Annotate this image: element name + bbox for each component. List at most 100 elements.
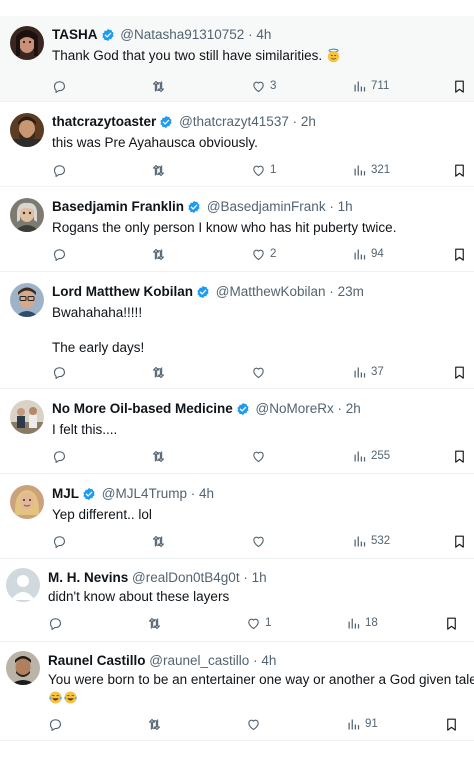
display-name[interactable]: MJL [52, 486, 79, 501]
heart-icon [253, 165, 264, 176]
tweet-text-line: I felt this.... [52, 422, 118, 437]
timestamp[interactable]: 1h [252, 570, 267, 585]
handle[interactable]: @realDon0tB4g0t [132, 570, 240, 585]
handle[interactable]: @thatcrazyt41537 [179, 114, 289, 129]
like-button[interactable] [246, 714, 265, 734]
tweet-text-line: Bwahahaha!!!!! [52, 305, 143, 320]
retweet-button[interactable] [151, 531, 170, 551]
reply-button[interactable] [52, 362, 71, 382]
views-button[interactable]: 18 [346, 613, 378, 633]
bookmark-button[interactable] [444, 714, 459, 734]
action-bar: 1 321 [52, 160, 474, 180]
like-button[interactable] [251, 531, 270, 551]
display-name[interactable]: TASHA [52, 27, 98, 42]
views-chart-icon [354, 249, 366, 259]
tweet-tasha[interactable]: TASHA @Natasha91310752 · 4h Thank God th… [0, 16, 474, 102]
avatar[interactable] [6, 651, 40, 685]
reply-button[interactable] [52, 160, 71, 180]
tweet-basedjamin-franklin[interactable]: Basedjamin Franklin @BasedjaminFrank · 1… [0, 188, 474, 272]
display-name[interactable]: thatcrazytoaster [52, 114, 156, 129]
like-button[interactable] [251, 362, 270, 382]
views-button[interactable]: 91 [346, 714, 378, 734]
bookmark-button[interactable] [452, 76, 467, 96]
display-name[interactable]: No More Oil-based Medicine [52, 401, 233, 416]
reply-button[interactable] [52, 531, 71, 551]
avatar[interactable] [10, 400, 44, 434]
bookmark-button[interactable] [452, 446, 467, 466]
reply-button[interactable] [52, 76, 71, 96]
views-button[interactable]: 37 [352, 362, 384, 382]
tweet-text-line: this was Pre Ayahausca obviously. [52, 135, 258, 150]
handle[interactable]: @NoMoreRx [256, 401, 334, 416]
like-button[interactable]: 2 [251, 244, 276, 264]
timestamp[interactable]: 23m [338, 284, 364, 299]
bookmark-button[interactable] [444, 613, 459, 633]
like-button[interactable]: 1 [251, 160, 276, 180]
tweet-thatcrazytoaster[interactable]: thatcrazytoaster @thatcrazyt41537 · 2h t… [0, 103, 474, 187]
reply-button[interactable] [52, 446, 71, 466]
avatar[interactable] [10, 198, 44, 232]
avatar[interactable] [10, 485, 44, 519]
retweet-button[interactable] [147, 714, 166, 734]
avatar[interactable] [6, 568, 40, 602]
retweet-button[interactable] [151, 446, 170, 466]
retweet-button[interactable] [147, 613, 166, 633]
avatar[interactable] [10, 283, 44, 317]
handle[interactable]: @MatthewKobilan [216, 284, 326, 299]
reply-icon [53, 535, 66, 548]
tweet-raunel-castillo[interactable]: Raunel Castillo @raunel_castillo · 4h Yo… [0, 643, 474, 741]
timestamp[interactable]: 4h [261, 653, 276, 668]
retweet-icon [152, 80, 165, 92]
bookmark-button[interactable] [452, 531, 467, 551]
timestamp[interactable]: 2h [346, 401, 361, 416]
tweet-text: You were born to be an entertainer one w… [48, 671, 474, 707]
tweet-text: I felt this.... [52, 421, 466, 439]
bookmark-icon [455, 248, 464, 261]
verified-badge-icon [101, 28, 115, 46]
avatar[interactable] [10, 113, 44, 147]
tweet-text-line: Thank God that you two still have simila… [52, 48, 323, 63]
views-button[interactable]: 711 [352, 76, 389, 96]
retweet-button[interactable] [151, 160, 170, 180]
handle[interactable]: @raunel_castillo [149, 653, 249, 668]
separator-dot: · [248, 27, 253, 42]
like-button[interactable] [251, 446, 270, 466]
views-button[interactable]: 532 [352, 531, 390, 551]
timestamp[interactable]: 1h [338, 199, 353, 214]
heart-icon [253, 367, 264, 378]
verified-badge-icon [159, 115, 173, 133]
reply-button[interactable] [52, 244, 71, 264]
views-button[interactable]: 321 [352, 160, 390, 180]
retweet-icon [152, 248, 165, 260]
reply-button[interactable] [48, 714, 67, 734]
like-button[interactable]: 3 [251, 76, 276, 96]
tweet-lord-matthew-kobilan[interactable]: Lord Matthew Kobilan @MatthewKobilan · 2… [0, 273, 474, 389]
action-bar: 255 [52, 446, 474, 466]
bookmark-button[interactable] [452, 160, 467, 180]
retweet-icon [152, 164, 165, 176]
retweet-button[interactable] [151, 362, 170, 382]
handle[interactable]: @BasedjaminFrank [207, 199, 326, 214]
separator-dot: · [337, 401, 343, 416]
timestamp[interactable]: 4h [256, 27, 271, 42]
tweet-mjl[interactable]: MJL @MJL4Trump · 4h Yep different.. lol … [0, 475, 474, 559]
display-name[interactable]: Lord Matthew Kobilan [52, 284, 193, 299]
like-button[interactable]: 1 [246, 613, 271, 633]
tweet-no-more-oil-based-medicine[interactable]: No More Oil-based Medicine @NoMoreRx · 2… [0, 390, 474, 474]
retweet-button[interactable] [151, 76, 170, 96]
bookmark-button[interactable] [452, 362, 467, 382]
display-name[interactable]: Basedjamin Franklin [52, 199, 184, 214]
tweet-m-h-nevins[interactable]: M. H. Nevins @realDon0tB4g0t · 1h didn't… [0, 560, 474, 642]
retweet-button[interactable] [151, 244, 170, 264]
views-button[interactable]: 94 [352, 244, 384, 264]
display-name[interactable]: Raunel Castillo [48, 653, 146, 668]
bookmark-button[interactable] [452, 244, 467, 264]
timestamp[interactable]: 4h [199, 486, 214, 501]
handle[interactable]: @MJL4Trump [102, 486, 187, 501]
display-name[interactable]: M. H. Nevins [48, 570, 128, 585]
timestamp[interactable]: 2h [301, 114, 316, 129]
views-button[interactable]: 255 [352, 446, 390, 466]
handle[interactable]: @Natasha91310752 [120, 27, 244, 42]
avatar[interactable] [10, 26, 44, 60]
reply-button[interactable] [48, 613, 67, 633]
